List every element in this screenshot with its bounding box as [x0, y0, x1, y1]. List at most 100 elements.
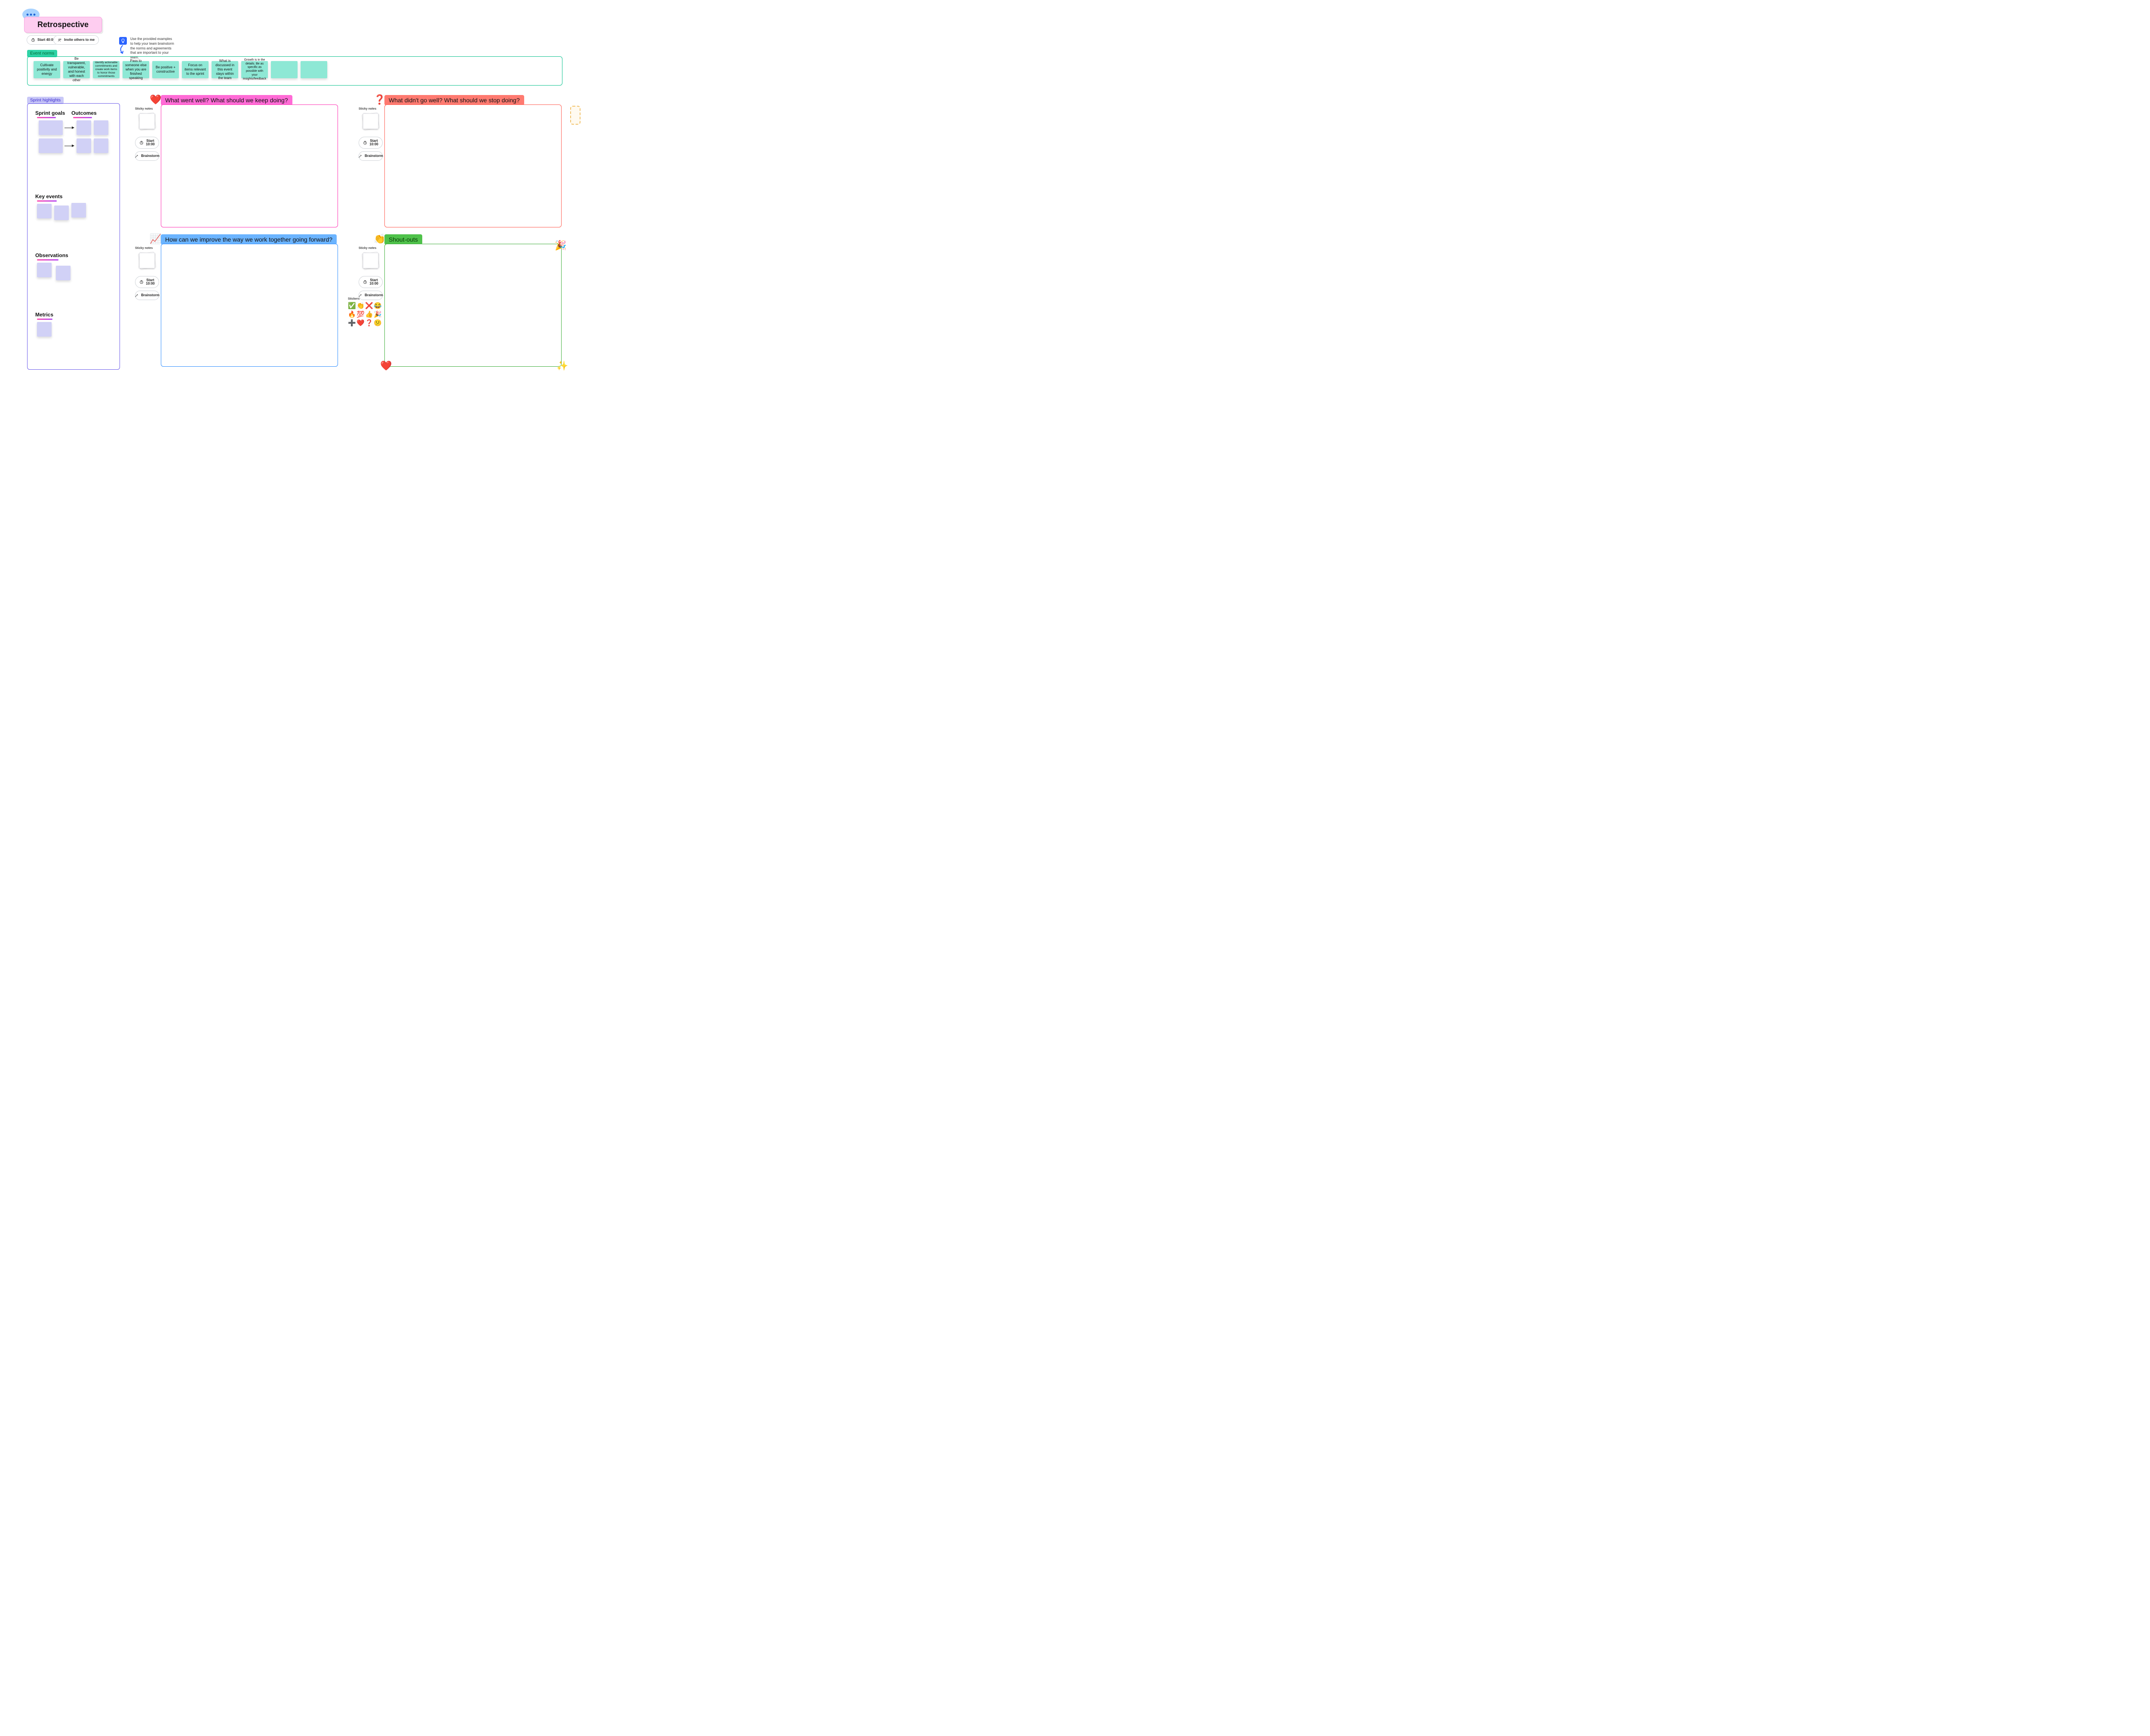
improve-zone[interactable] [161, 244, 338, 367]
sticker[interactable]: ❓ [365, 319, 373, 327]
sticky-notes-label: Sticky notes [135, 247, 159, 250]
stickers-label: Stickers [348, 298, 382, 301]
outcome-sticky[interactable] [77, 138, 91, 153]
chart-up-icon: 📈 [150, 233, 161, 245]
start-timer-label: Start 10:00 [369, 279, 378, 285]
heart-icon: ❤️ [150, 94, 161, 105]
brainstorm-button[interactable]: Brainstorm [135, 291, 159, 300]
sprint-goal-sticky[interactable] [39, 120, 63, 135]
brainstorm-button[interactable]: Brainstorm [359, 151, 383, 161]
not-well-title: What didn't go well? What should we stop… [384, 95, 524, 105]
start-timer-button[interactable]: Start 10:00 [135, 137, 159, 149]
lightbulb-icon [119, 37, 127, 45]
people-icon [58, 38, 62, 42]
wand-icon [358, 293, 362, 298]
sticker[interactable]: ❤️ [356, 319, 364, 327]
brainstorm-label: Brainstorm [365, 294, 383, 297]
start-timer-label: Start 10:00 [369, 139, 378, 146]
observation-sticky[interactable] [37, 263, 52, 277]
event-norm-sticky[interactable]: What is discussed in this event stays wi… [212, 61, 238, 78]
page-title: Retrospective [24, 17, 102, 33]
metric-sticky[interactable] [37, 322, 52, 337]
invite-button[interactable]: Invite others to me [53, 35, 99, 45]
underline-icon [37, 117, 56, 118]
underline-icon [37, 319, 52, 320]
key-event-sticky[interactable] [54, 205, 69, 220]
sticker[interactable]: 😂 [374, 302, 381, 310]
event-norm-sticky[interactable]: Cultivate positivity and energy [34, 61, 60, 78]
shoutouts-zone[interactable] [384, 244, 562, 367]
brainstorm-button[interactable]: Brainstorm [135, 151, 159, 161]
sticky-note-pile[interactable] [359, 112, 383, 131]
clap-icon: 👏 [374, 233, 385, 245]
invite-label: Invite others to me [64, 38, 95, 42]
event-norm-sticky[interactable]: Be transparent, vulnerable, and honest w… [63, 61, 90, 78]
key-event-sticky[interactable] [71, 203, 86, 218]
outcome-sticky[interactable] [77, 120, 91, 135]
start-timer-button[interactable]: Start 10:00 [359, 137, 383, 149]
not-well-zone[interactable] [384, 104, 562, 227]
sticky-note-pile[interactable] [135, 251, 159, 270]
sticky-notes-label: Sticky notes [359, 107, 383, 110]
sticker[interactable]: 😕 [374, 319, 381, 327]
sticker[interactable]: ✅ [348, 302, 356, 310]
event-norm-sticky[interactable] [271, 61, 298, 78]
underline-icon [37, 200, 57, 202]
sticker[interactable]: ❌ [365, 302, 373, 310]
question-icon: ❓ [374, 94, 385, 105]
outcome-sticky[interactable] [94, 120, 108, 135]
stopwatch-icon [31, 38, 35, 42]
event-norm-sticky[interactable] [301, 61, 327, 78]
brainstorm-label: Brainstorm [141, 294, 160, 297]
outcome-sticky[interactable] [94, 138, 108, 153]
observations-title: Observations [35, 252, 68, 258]
sticker[interactable]: 💯 [356, 311, 364, 319]
improve-tools: Sticky notes Start 10:00 Brainstorm [135, 247, 159, 300]
stopwatch-icon [139, 141, 144, 145]
page-title-text: Retrospective [37, 20, 89, 29]
shoutouts-title: Shout-outs [384, 234, 422, 245]
sprint-goals-title: Sprint goals [35, 110, 65, 116]
stickers-panel: Stickers ✅👏❌😂 🔥💯👍🎉 ➕❤️❓😕 [348, 298, 382, 327]
stopwatch-icon [363, 280, 367, 284]
event-norm-sticky[interactable]: Identify actionable commitments and crea… [93, 61, 120, 78]
sticker[interactable]: ➕ [348, 319, 356, 327]
event-norm-sticky[interactable]: Pass to someone else when you are finish… [123, 61, 149, 78]
heart-icon: ❤️ [380, 360, 392, 371]
start-main-timer-label: Start 40:00 [37, 38, 55, 42]
event-norm-sticky[interactable]: Be positive + constructive [152, 61, 179, 78]
sticker[interactable]: 🔥 [348, 311, 356, 319]
observation-sticky[interactable] [56, 266, 71, 280]
start-timer-label: Start 10:00 [146, 279, 155, 285]
sprint-goal-sticky[interactable] [39, 138, 63, 153]
sticky-note-pile[interactable] [135, 112, 159, 131]
went-well-zone[interactable] [161, 104, 338, 227]
sticky-notes-label: Sticky notes [359, 247, 383, 250]
sticker[interactable]: 🎉 [374, 311, 381, 319]
brainstorm-label: Brainstorm [365, 154, 383, 158]
went-well-tools: Sticky notes Start 10:00 Brainstorm [135, 107, 159, 161]
shoutouts-tools: Sticky notes Start 10:00 Brainstorm [359, 247, 383, 300]
sparkle-icon: ✨ [556, 360, 568, 371]
brainstorm-label: Brainstorm [141, 154, 160, 158]
start-timer-button[interactable]: Start 10:00 [135, 276, 159, 288]
party-popper-icon: 🎉 [555, 240, 566, 251]
event-norm-sticky[interactable]: Growth is in the details. Be as specific… [241, 61, 268, 78]
sticker[interactable]: 👍 [365, 311, 373, 319]
sticker-grid: ✅👏❌😂 🔥💯👍🎉 ➕❤️❓😕 [348, 302, 382, 327]
wand-icon [135, 293, 139, 298]
stopwatch-icon [363, 141, 367, 145]
key-event-sticky[interactable] [37, 204, 52, 218]
start-timer-label: Start 10:00 [146, 139, 155, 146]
wand-icon [358, 154, 362, 158]
went-well-title: What went well? What should we keep doin… [161, 95, 292, 105]
start-timer-button[interactable]: Start 10:00 [359, 276, 383, 288]
wand-icon [135, 154, 139, 158]
sticky-note-pile[interactable] [359, 251, 383, 270]
key-events-title: Key events [35, 193, 62, 199]
sticker[interactable]: 👏 [356, 302, 364, 310]
offscreen-frame-snippet [570, 106, 580, 125]
event-norm-sticky[interactable]: Focus on items relevant to the sprint [182, 61, 209, 78]
stopwatch-icon [139, 280, 144, 284]
sticky-notes-label: Sticky notes [135, 107, 159, 110]
